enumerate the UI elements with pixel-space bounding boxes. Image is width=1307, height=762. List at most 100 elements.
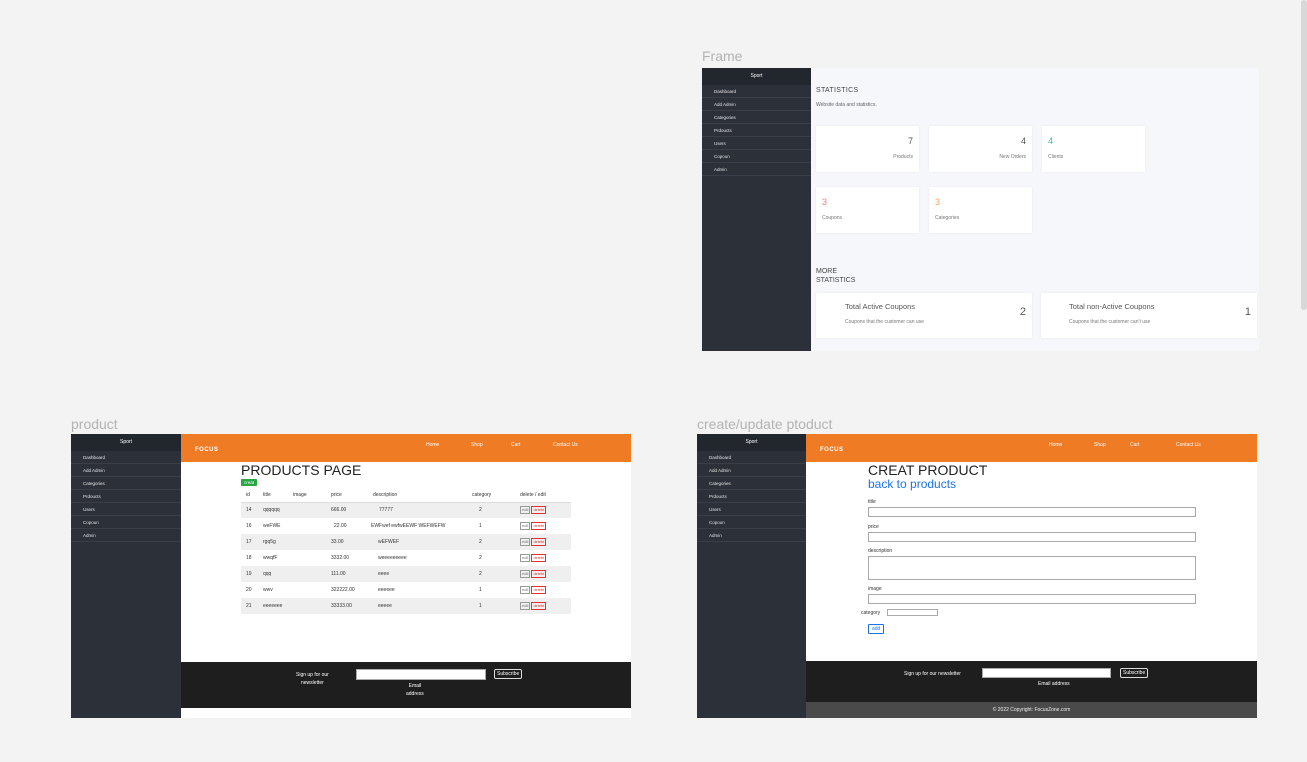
- focus-logo[interactable]: FOCUS: [195, 447, 219, 453]
- orders-count: 4: [1020, 136, 1026, 146]
- cell-category: 2: [467, 566, 515, 582]
- table-row: 14 qqqqqq 666.00 77777 2 edit delete: [241, 502, 571, 518]
- create-button[interactable]: creat: [241, 479, 258, 486]
- sidebar-item-dashboard[interactable]: Dashboard: [702, 85, 811, 98]
- sidebar-item-categories[interactable]: Categories: [702, 111, 811, 124]
- page-title: PRODUCTS PAGE: [241, 462, 362, 478]
- edit-button[interactable]: edit: [520, 586, 531, 594]
- edit-button[interactable]: edit: [520, 602, 531, 610]
- edit-button[interactable]: edit: [520, 538, 531, 546]
- sidebar-item-dashboard[interactable]: Dashboard: [697, 451, 806, 464]
- sidebar-title: Sport: [71, 434, 181, 451]
- orders-label: New Orders: [999, 154, 1026, 160]
- subscribe-button[interactable]: Subscribe: [494, 669, 523, 679]
- frame-label-product: product: [71, 416, 118, 432]
- cell-actions: edit delete: [515, 534, 571, 550]
- sidebar-item-users[interactable]: Users: [702, 137, 811, 150]
- cell-description: wEFWEF: [368, 534, 467, 550]
- sidebar-item-admin[interactable]: Admin: [71, 529, 181, 542]
- cell-price: 3332.00: [331, 555, 350, 561]
- description-label: description: [868, 548, 893, 554]
- col-actions: delete / edit: [515, 488, 571, 503]
- delete-button[interactable]: delete: [531, 602, 547, 610]
- cell-actions: edit delete: [515, 566, 571, 582]
- add-button[interactable]: add: [868, 624, 885, 634]
- category-select[interactable]: [887, 609, 938, 616]
- coupons-card: 3 Coupons: [816, 187, 919, 233]
- sidebar-item-admin[interactable]: Admin: [697, 529, 806, 542]
- nav-cart[interactable]: Cart: [511, 442, 520, 448]
- sidebar-item-add-admin[interactable]: Add Admin: [697, 464, 806, 477]
- sidebar-item-admin[interactable]: Admin: [702, 163, 811, 176]
- nav-cart[interactable]: Cart: [1130, 442, 1139, 448]
- nav-contact[interactable]: Contact Us: [1176, 442, 1201, 448]
- copyright-text: © 2022 Copyright: FocusZone.com: [992, 707, 1071, 713]
- frame-label-stats: Frame: [702, 48, 743, 64]
- cell-description: eeee: [368, 566, 467, 582]
- delete-button[interactable]: delete: [531, 586, 547, 594]
- cell-id: 16: [246, 523, 252, 529]
- back-to-products-link[interactable]: back to products: [868, 477, 956, 491]
- description-textarea[interactable]: [868, 556, 1196, 580]
- cell-title: qqqqqq: [258, 502, 288, 518]
- stats-heading: STATISTICS: [816, 87, 859, 94]
- email-input[interactable]: [982, 668, 1111, 678]
- delete-button[interactable]: delete: [531, 554, 547, 562]
- sidebar-item-add-admin[interactable]: Add Admin: [702, 98, 811, 111]
- sidebar-item-categories[interactable]: Categories: [71, 477, 181, 490]
- edit-button[interactable]: edit: [520, 506, 531, 515]
- categories-count: 3: [935, 197, 941, 207]
- cell-image: [288, 582, 326, 598]
- edit-button[interactable]: edit: [520, 554, 531, 562]
- delete-button[interactable]: delete: [531, 522, 547, 530]
- price-input[interactable]: [868, 532, 1196, 542]
- nav-contact[interactable]: Contact Us: [553, 442, 578, 448]
- active-coupons-card: Total Active Coupons Coupons that the cu…: [816, 293, 1032, 338]
- cell-price: 33333.00: [326, 598, 368, 614]
- cell-category: 2: [479, 555, 482, 561]
- delete-button[interactable]: delete: [531, 570, 547, 578]
- cell-title: qqq: [258, 566, 288, 582]
- more-stats-heading: MORE STATISTICS: [816, 267, 855, 285]
- sidebar-item-products[interactable]: Prdoucts: [71, 490, 181, 503]
- edit-button[interactable]: edit: [520, 570, 531, 578]
- subscribe-button[interactable]: Subscribe: [1120, 668, 1149, 678]
- delete-button[interactable]: delete: [531, 506, 547, 515]
- cell-image: [288, 550, 326, 566]
- cell-image: [288, 566, 326, 582]
- sidebar-item-users[interactable]: Users: [71, 503, 181, 516]
- edit-button[interactable]: edit: [520, 522, 531, 530]
- focus-logo[interactable]: FOCUS: [820, 447, 844, 453]
- title-input[interactable]: [868, 507, 1196, 517]
- cell-title: rgq5g: [258, 534, 288, 550]
- nav-home[interactable]: Home: [1049, 442, 1062, 448]
- nav-shop[interactable]: Shop: [1094, 442, 1106, 448]
- nav-shop[interactable]: Shop: [471, 442, 483, 448]
- cell-description: EWFwef ewfwEEWF WEFWEFW: [371, 523, 446, 529]
- sidebar-item-add-admin[interactable]: Add Admin: [71, 464, 181, 477]
- table-row: 18 wwqfF 3332.00 weeeeeeeee 2 edit delete: [241, 550, 571, 566]
- cell-id: 20: [246, 587, 252, 593]
- stats-frame: Sport Dashboard Add Admin Categories Prd…: [702, 68, 1259, 351]
- nav-home[interactable]: Home: [426, 442, 439, 448]
- email-input[interactable]: [356, 669, 486, 680]
- sidebar-item-products[interactable]: Prdoucts: [697, 490, 806, 503]
- sidebar-item-users[interactable]: Users: [697, 503, 806, 516]
- page-scrollbar[interactable]: [1301, 0, 1307, 310]
- sidebar-item-copoun[interactable]: Copoun: [697, 516, 806, 529]
- delete-button[interactable]: delete: [531, 538, 547, 546]
- categories-label: Categories: [935, 215, 960, 221]
- cell-description: 77777: [368, 502, 467, 518]
- sidebar-item-copoun[interactable]: Copoun: [71, 516, 181, 529]
- image-input[interactable]: [868, 594, 1196, 604]
- sidebar-item-categories[interactable]: Categories: [697, 477, 806, 490]
- cell-title: eeeeeee: [258, 598, 288, 614]
- cell-price: 22.00: [334, 523, 347, 529]
- sidebar-item-products[interactable]: Prdoucts: [702, 124, 811, 137]
- sidebar-title: Sport: [702, 68, 811, 85]
- sidebar-item-dashboard[interactable]: Dashboard: [71, 451, 181, 464]
- sidebar-item-copoun[interactable]: Copoun: [702, 150, 811, 163]
- email-label: Email address: [406, 682, 424, 698]
- inactive-coupons-count: 1: [1244, 306, 1251, 318]
- inactive-coupons-title: Total non-Active Coupons: [1069, 302, 1155, 311]
